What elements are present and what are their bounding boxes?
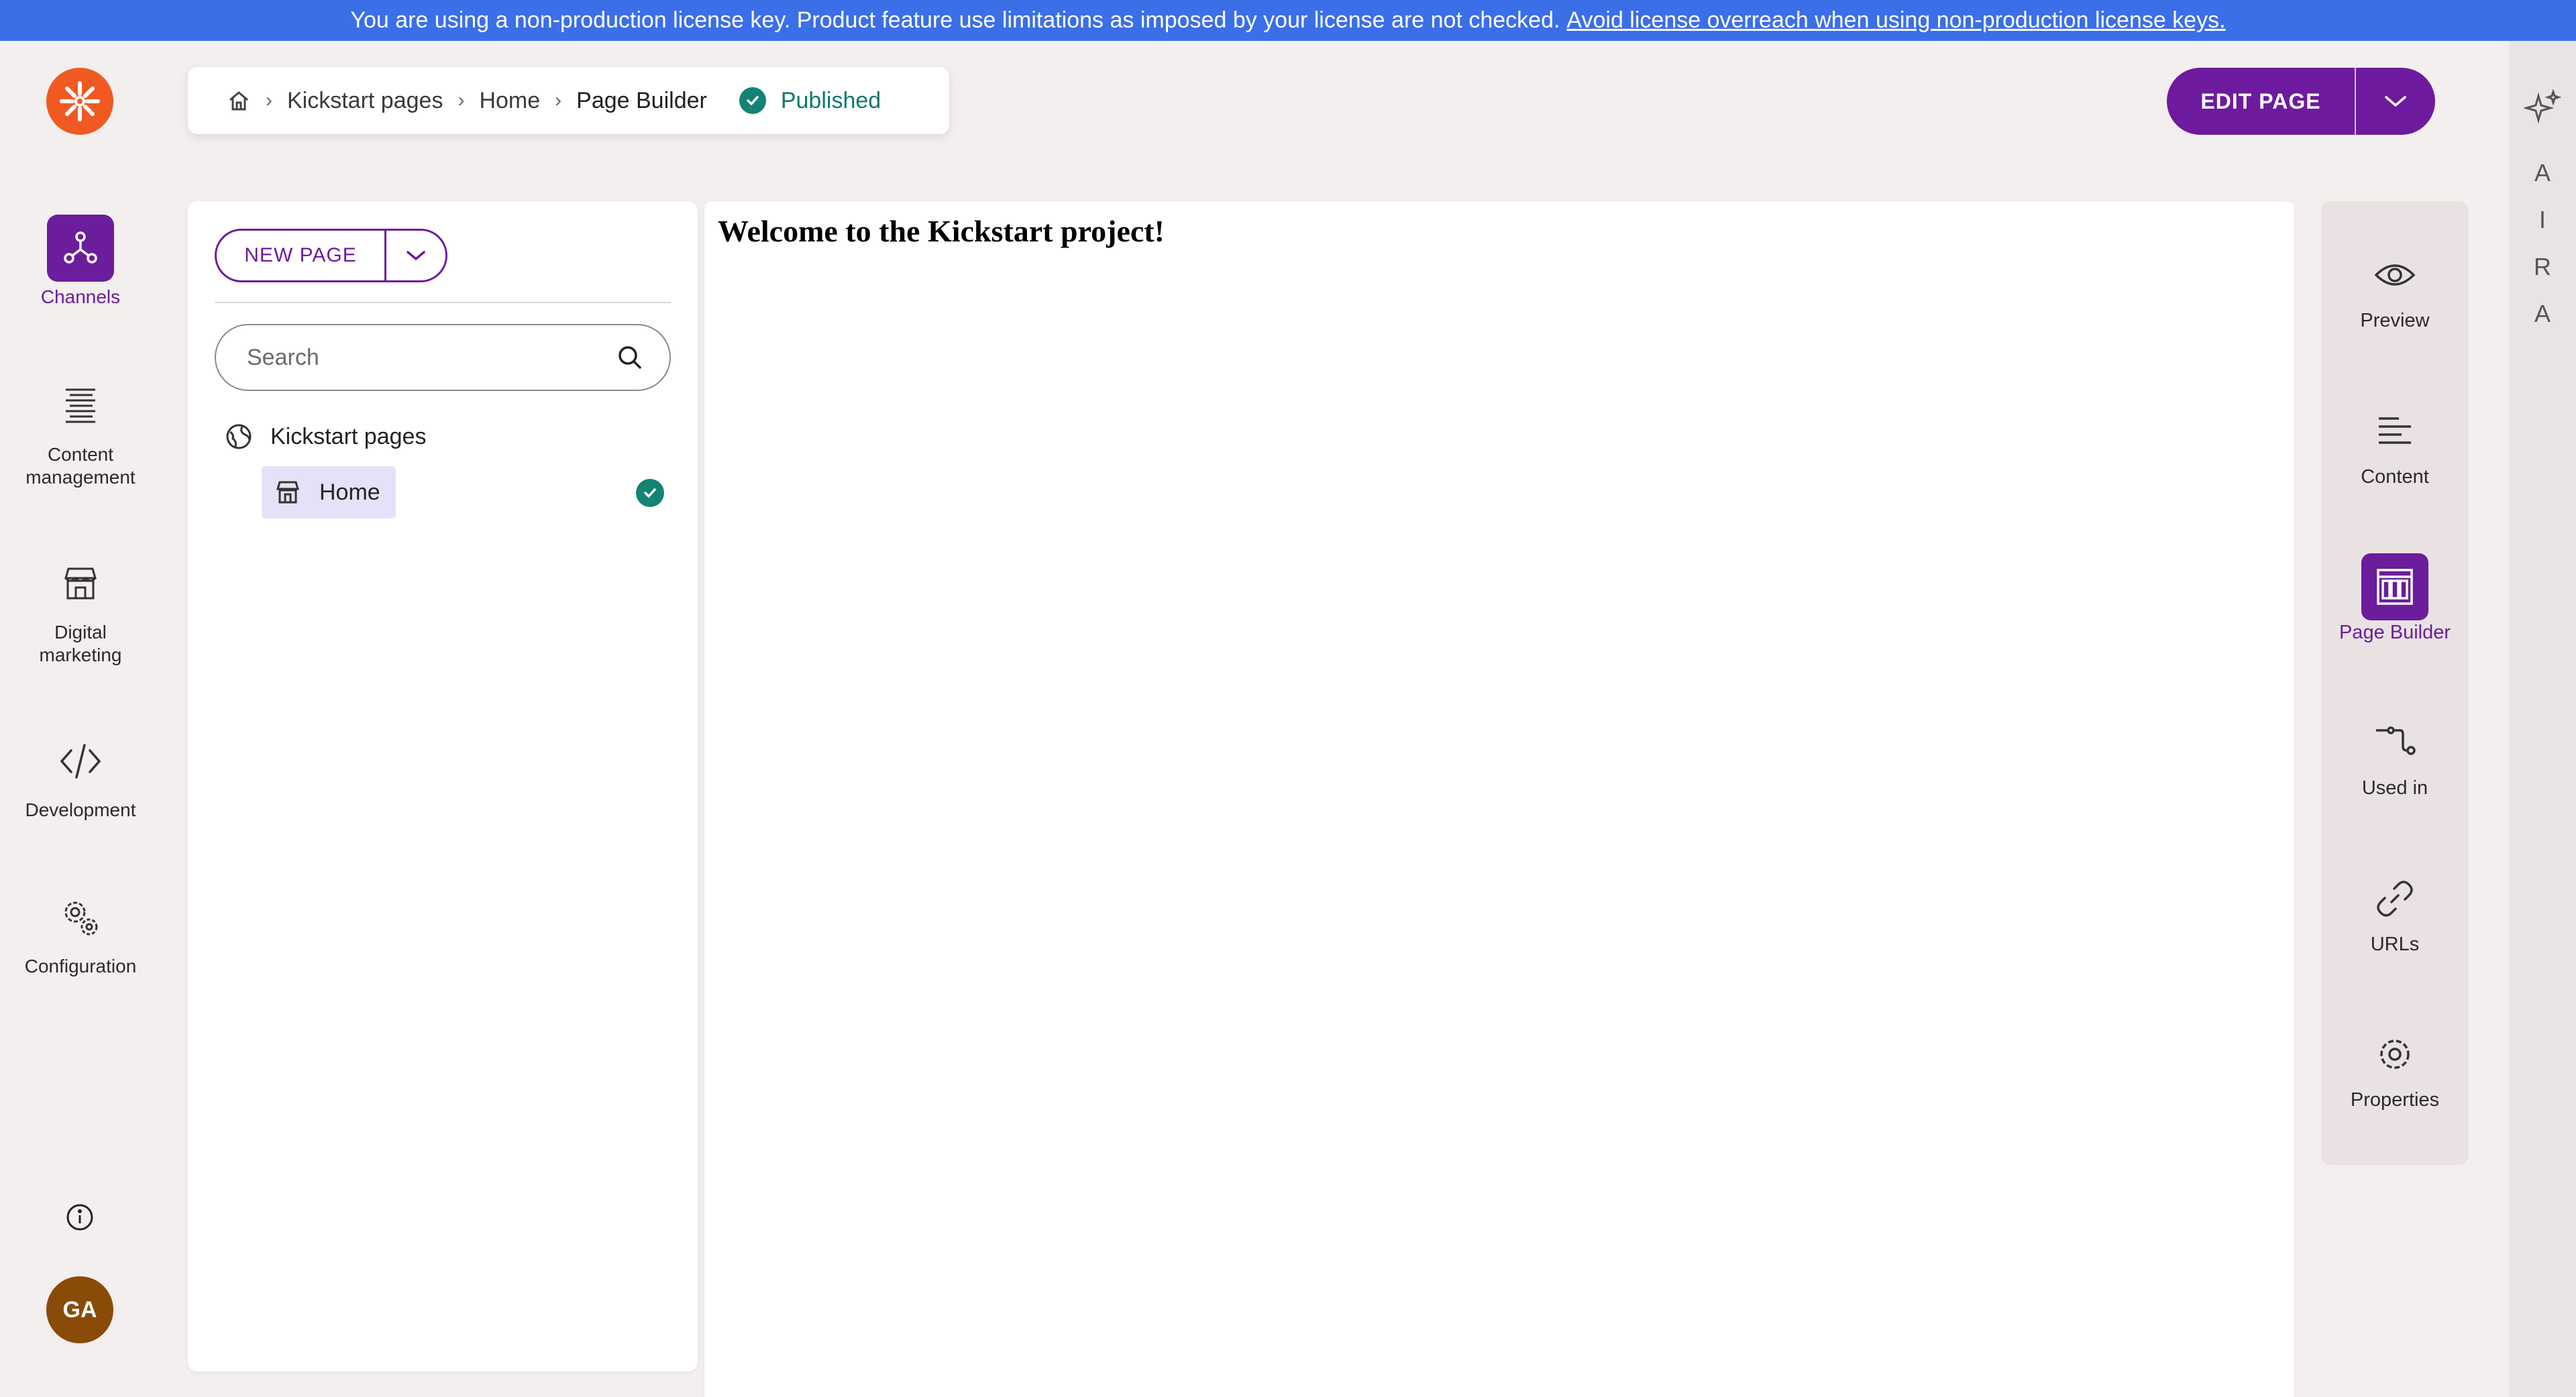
- nav-item-channels[interactable]: Channels: [0, 215, 161, 309]
- page-heading: Welcome to the Kickstart project!: [718, 214, 1165, 248]
- content-lines-icon: [2361, 398, 2428, 465]
- breadcrumb-separator: ›: [555, 89, 562, 111]
- nav-label: Digital marketing: [39, 622, 122, 665]
- license-banner-link[interactable]: Avoid license overreach when using non-p…: [1566, 7, 2225, 34]
- code-icon: [47, 728, 114, 795]
- content-tree-panel: NEW PAGE Kickstart pages Home: [188, 201, 698, 1372]
- aira-letter: A: [2534, 159, 2551, 186]
- page-builder-icon: [2361, 553, 2428, 620]
- tool-label: Content: [2361, 466, 2429, 488]
- tool-properties[interactable]: Properties: [2321, 1021, 2469, 1111]
- tree-item-kickstart-pages[interactable]: Kickstart pages: [225, 423, 426, 451]
- breadcrumb: › Kickstart pages › Home › Page Builder …: [188, 67, 949, 134]
- nav-label: Content management: [25, 444, 136, 488]
- tool-label: URLs: [2370, 934, 2420, 955]
- status-text: Published: [780, 87, 881, 113]
- chevron-down-icon: [407, 251, 425, 261]
- tool-label: Properties: [2350, 1089, 2440, 1111]
- nav-item-development[interactable]: Development: [0, 728, 161, 822]
- search-icon[interactable]: [617, 345, 643, 370]
- kentico-logo-icon: [60, 81, 100, 121]
- breadcrumb-item-home[interactable]: Home: [479, 88, 540, 114]
- tree-item-label: Home: [319, 479, 380, 505]
- app-logo[interactable]: [46, 68, 113, 135]
- aira-sidebar[interactable]: A I R A: [2509, 41, 2576, 1397]
- tool-label: Used in: [2361, 777, 2428, 799]
- edit-page-split-button: EDIT PAGE: [2167, 68, 2435, 135]
- tool-used-in[interactable]: Used in: [2321, 709, 2469, 799]
- eye-icon: [2361, 241, 2428, 309]
- used-in-icon: [2361, 709, 2428, 776]
- tool-urls[interactable]: URLs: [2321, 865, 2469, 956]
- gears-icon: [47, 884, 114, 951]
- chevron-down-icon: [2385, 96, 2406, 107]
- published-check-icon: [739, 87, 766, 114]
- new-page-dropdown-button[interactable]: [386, 231, 445, 280]
- info-icon[interactable]: [63, 1200, 97, 1234]
- edit-page-button[interactable]: EDIT PAGE: [2167, 68, 2355, 135]
- nav-item-digital-marketing[interactable]: Digital marketing: [0, 550, 161, 667]
- divider: [215, 302, 671, 303]
- nav-item-configuration[interactable]: Configuration: [0, 884, 161, 978]
- search-box: [215, 324, 671, 391]
- link-icon: [2361, 865, 2428, 932]
- tree-item-home[interactable]: Home: [262, 466, 396, 518]
- tool-preview[interactable]: Preview: [2321, 241, 2469, 332]
- tool-label: Preview: [2360, 310, 2430, 331]
- breadcrumb-item-kickstart-pages[interactable]: Kickstart pages: [287, 88, 443, 114]
- breadcrumb-separator: ›: [458, 89, 465, 111]
- gear-icon: [2361, 1021, 2428, 1088]
- tool-label: Page Builder: [2339, 622, 2451, 643]
- nav-item-content-management[interactable]: Content management: [0, 372, 161, 489]
- nav-label: Configuration: [24, 956, 137, 976]
- new-page-button[interactable]: NEW PAGE: [217, 231, 384, 280]
- globe-icon: [225, 423, 253, 451]
- edit-page-dropdown-button[interactable]: [2356, 68, 2435, 135]
- license-banner-text: You are using a non-production license k…: [350, 7, 1560, 33]
- tree-item-label: Kickstart pages: [270, 423, 427, 449]
- license-banner: You are using a non-production license k…: [0, 0, 2576, 41]
- sparkles-icon[interactable]: [2522, 89, 2562, 130]
- page-preview-canvas: Welcome to the Kickstart project!: [704, 201, 2294, 1397]
- content-management-icon: [47, 372, 114, 439]
- tools-panel: Preview Content Page Builder Used in URL…: [2321, 201, 2469, 1165]
- nav-label: Channels: [40, 286, 121, 307]
- home-icon[interactable]: [227, 89, 251, 113]
- new-page-split-button: NEW PAGE: [215, 229, 447, 282]
- breadcrumb-item-page-builder: Page Builder: [576, 87, 707, 113]
- aira-letter: R: [2534, 253, 2551, 280]
- published-check-icon: [636, 479, 664, 507]
- avatar[interactable]: GA: [46, 1276, 113, 1343]
- tool-content[interactable]: Content: [2321, 398, 2469, 488]
- search-input[interactable]: [247, 344, 617, 371]
- aira-letter: I: [2538, 206, 2546, 233]
- tool-page-builder[interactable]: Page Builder: [2321, 553, 2469, 644]
- nav-label: Development: [25, 799, 136, 820]
- storefront-icon: [47, 550, 114, 617]
- storefront-icon: [275, 480, 301, 505]
- channels-icon: [47, 215, 114, 282]
- status-badge: Published: [739, 87, 881, 114]
- breadcrumb-separator: ›: [266, 89, 272, 111]
- aira-letter: A: [2534, 300, 2551, 327]
